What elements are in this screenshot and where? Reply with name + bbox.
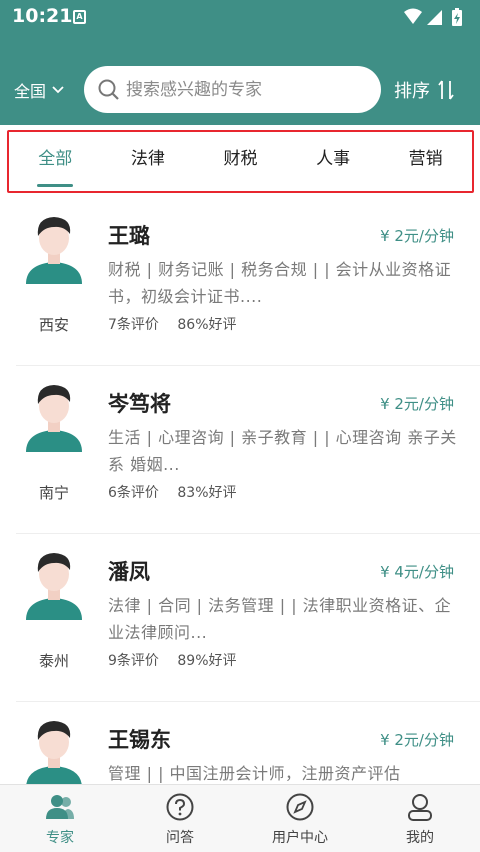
app-screen: 10:21 A 全国 排序	[0, 0, 480, 852]
nav-mine[interactable]: 我的	[360, 785, 480, 852]
avatar-icon	[26, 721, 82, 784]
header: 10:21 A 全国 排序	[0, 0, 480, 125]
review-count: 6条评价	[108, 485, 159, 501]
expert-card[interactable]: 南宁 岑笃将 ¥ 2元/分钟 生活 | 心理咨询 | 亲子教育 | | 心理咨询…	[0, 366, 480, 534]
category-tabs: 全部 法律 财税 人事 营销	[7, 130, 474, 193]
expert-tags: 财税 | 财务记账 | 税务合规 | | 会计从业资格证书，初级会计证书....	[108, 260, 452, 306]
expert-city: 西安	[38, 316, 69, 334]
tab-label: 财税	[223, 149, 258, 169]
search-row: 全国 排序	[0, 66, 480, 114]
signal-icon	[427, 10, 442, 25]
positive-rate: 86%好评	[177, 317, 237, 333]
tab-all[interactable]: 全部	[9, 132, 102, 191]
expert-price: ¥ 4元/分钟	[380, 563, 454, 581]
tab-marketing[interactable]: 营销	[379, 132, 472, 191]
sort-icon	[438, 80, 454, 100]
positive-rate: 89%好评	[177, 653, 237, 669]
search-input[interactable]	[126, 79, 356, 100]
active-tab-indicator	[37, 184, 74, 187]
tab-label: 人事	[316, 149, 351, 169]
nav-qa[interactable]: 问答	[120, 785, 240, 852]
expert-tags: 生活 | 心理咨询 | 亲子教育 | | 心理咨询 亲子关系 婚姻...	[108, 428, 457, 474]
avatar-icon	[26, 217, 82, 284]
expert-stats: 7条评价 86%好评	[108, 314, 237, 334]
expert-card[interactable]: 泰州 潘凤 ¥ 4元/分钟 法律 | 合同 | 法务管理 | | 法律职业资格证…	[0, 534, 480, 702]
tab-label: 全部	[38, 149, 73, 169]
expert-card[interactable]: 西安 王璐 ¥ 2元/分钟 财税 | 财务记账 | 税务合规 | | 会计从业资…	[0, 198, 480, 366]
nav-user-center[interactable]: 用户中心	[240, 785, 360, 852]
expert-name: 王锡东	[108, 728, 171, 752]
nav-experts[interactable]: 专家	[0, 785, 120, 852]
expert-tags: 法律 | 合同 | 法务管理 | | 法律职业资格证、企业法律顾问...	[108, 596, 452, 642]
expert-stats: 6条评价 83%好评	[108, 482, 237, 502]
tab-label: 营销	[408, 149, 443, 169]
sort-label: 排序	[394, 81, 430, 102]
expert-name: 王璐	[108, 224, 150, 248]
question-icon	[166, 793, 194, 821]
expert-city: 泰州	[38, 652, 69, 670]
positive-rate: 83%好评	[177, 485, 237, 501]
chevron-down-icon	[52, 86, 64, 94]
battery-icon	[452, 8, 462, 26]
region-label: 全国	[14, 82, 47, 101]
expert-name: 潘凤	[108, 560, 150, 584]
region-selector[interactable]: 全国	[14, 78, 64, 102]
expert-list: 西安 王璐 ¥ 2元/分钟 财税 | 财务记账 | 税务合规 | | 会计从业资…	[0, 198, 480, 784]
experts-icon	[46, 795, 74, 819]
sort-button[interactable]: 排序	[394, 77, 454, 103]
tab-law[interactable]: 法律	[102, 132, 195, 191]
status-bar: 10:21 A	[0, 0, 480, 34]
nav-label: 用户中心	[272, 830, 328, 846]
expert-stats: 9条评价 89%好评	[108, 650, 237, 670]
status-icons	[404, 8, 462, 26]
nav-label: 问答	[166, 830, 194, 846]
wifi-icon	[404, 8, 422, 24]
expert-price: ¥ 2元/分钟	[380, 227, 454, 245]
nav-label: 专家	[46, 830, 74, 846]
avatar-icon	[26, 385, 82, 452]
expert-city: 南宁	[38, 484, 69, 502]
search-icon	[98, 79, 119, 100]
expert-price: ¥ 2元/分钟	[380, 395, 454, 413]
nav-label: 我的	[406, 830, 434, 846]
expert-card[interactable]: 王锡东 ¥ 2元/分钟 管理 | | 中国注册会计师，注册资产评估	[0, 702, 480, 784]
review-count: 9条评价	[108, 653, 159, 669]
status-time: 10:21	[12, 5, 73, 27]
review-count: 7条评价	[108, 317, 159, 333]
bottom-nav: 专家 问答 用户中心 我的	[0, 784, 480, 852]
tab-hr[interactable]: 人事	[287, 132, 380, 191]
a-notification-icon: A	[73, 10, 86, 24]
avatar-icon	[26, 553, 82, 620]
tab-finance-tax[interactable]: 财税	[194, 132, 287, 191]
expert-name: 岑笃将	[108, 392, 171, 416]
compass-icon	[286, 793, 314, 821]
expert-tags: 管理 | | 中国注册会计师，注册资产评估	[108, 764, 401, 783]
search-box[interactable]	[84, 66, 381, 113]
profile-icon	[408, 794, 432, 821]
expert-price: ¥ 2元/分钟	[380, 731, 454, 749]
tab-label: 法律	[130, 149, 165, 169]
